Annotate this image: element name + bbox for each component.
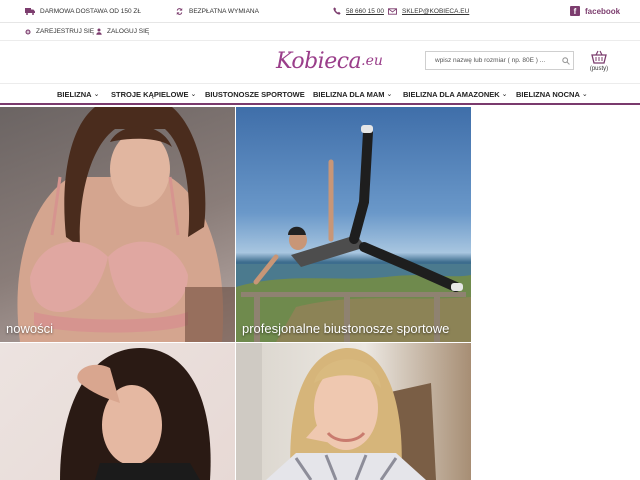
delivery-text: DARMOWA DOSTAWA OD 150 ZŁ bbox=[40, 7, 142, 15]
envelope-icon bbox=[388, 7, 397, 15]
bra-model-photo bbox=[17, 107, 235, 342]
logo-suffix-text: .eu bbox=[361, 53, 383, 69]
exchange-icon bbox=[176, 7, 183, 15]
model-photo-4 bbox=[236, 343, 436, 480]
gear-icon bbox=[25, 28, 31, 35]
free-delivery-notice: DARMOWA DOSTAWA OD 150 ZŁ bbox=[25, 0, 141, 22]
chevron-down-icon: ⌄ bbox=[581, 91, 588, 98]
tile-sports-bras[interactable]: profesjonalne biustonosze sportowe bbox=[236, 107, 471, 342]
logo-main-text: Kobieca bbox=[276, 48, 362, 74]
chevron-down-icon: ⌄ bbox=[93, 91, 100, 98]
nav-item-stroje-kapielowe[interactable]: STROJE KĄPIELOWE ⌄ bbox=[111, 84, 196, 104]
email-contact[interactable]: SKLEP@KOBIECA.EU bbox=[388, 0, 469, 22]
user-icon bbox=[96, 28, 102, 35]
basket-icon bbox=[591, 50, 607, 64]
chevron-down-icon: ⌄ bbox=[501, 91, 508, 98]
free-exchange-notice: BEZPŁATNA WYMIANA bbox=[175, 0, 259, 22]
nav-item-bielizna[interactable]: BIELIZNA ⌄ bbox=[57, 84, 99, 104]
nav-item-bielizna-dla-mam[interactable]: BIELIZNA DLA MAM ⌄ bbox=[313, 84, 392, 104]
register-link[interactable]: ZAREJESTRUJ SIĘ bbox=[25, 23, 94, 40]
chevron-down-icon: ⌄ bbox=[190, 91, 197, 98]
model-photo-3 bbox=[60, 348, 211, 480]
nav-label: BIELIZNA DLA AMAZONEK bbox=[403, 89, 500, 99]
nav-item-bielizna-dla-amazonek[interactable]: BIELIZNA DLA AMAZONEK ⌄ bbox=[403, 84, 508, 104]
phone-contact[interactable]: 58 660 15 00 bbox=[333, 0, 384, 22]
phone-number[interactable]: 58 660 15 00 bbox=[346, 8, 384, 15]
tile-new-arrivals[interactable]: nowości bbox=[0, 107, 235, 342]
email-address[interactable]: SKLEP@KOBIECA.EU bbox=[402, 8, 469, 15]
nav-label: BIUSTONOSZE SPORTOWE bbox=[205, 89, 305, 99]
tile-collection-3[interactable] bbox=[0, 343, 235, 480]
account-bar: ZAREJESTRUJ SIĘ ZALOGUJ SIĘ bbox=[0, 23, 640, 41]
nav-label: BIELIZNA NOCNA bbox=[516, 89, 580, 99]
site-header: Kobieca.eu (pusty) bbox=[0, 40, 640, 83]
login-label: ZALOGUJ SIĘ bbox=[107, 28, 150, 35]
main-nav: BIELIZNA ⌄ STROJE KĄPIELOWE ⌄ BIUSTONOSZE … bbox=[0, 83, 640, 105]
register-label: ZAREJESTRUJ SIĘ bbox=[36, 28, 95, 35]
nav-label: BIELIZNA bbox=[57, 89, 92, 99]
facebook-link[interactable]: f facebook bbox=[570, 0, 620, 22]
sports-model-photo bbox=[236, 125, 471, 342]
facebook-label: facebook bbox=[585, 6, 621, 16]
nav-label: BIELIZNA DLA MAM bbox=[313, 89, 385, 99]
search-input[interactable] bbox=[426, 57, 559, 64]
exchange-text: BEZPŁATNA WYMIANA bbox=[189, 7, 259, 15]
truck-icon bbox=[25, 7, 35, 15]
cart-button[interactable]: (pusty) bbox=[589, 50, 609, 72]
tile-caption: profesjonalne biustonosze sportowe bbox=[242, 321, 450, 336]
top-info-bar: DARMOWA DOSTAWA OD 150 ZŁ BEZPŁATNA WYMI… bbox=[0, 0, 640, 23]
facebook-icon: f bbox=[570, 6, 580, 16]
site-logo[interactable]: Kobieca .eu bbox=[276, 44, 383, 78]
tile-collection-4[interactable] bbox=[236, 343, 471, 480]
nav-item-biustonosze-sportowe[interactable]: BIUSTONOSZE SPORTOWE bbox=[205, 84, 305, 104]
login-link[interactable]: ZALOGUJ SIĘ bbox=[96, 23, 149, 40]
nav-label: STROJE KĄPIELOWE bbox=[111, 89, 189, 99]
search-icon[interactable] bbox=[559, 54, 573, 68]
nav-item-bielizna-nocna[interactable]: BIELIZNA NOCNA ⌄ bbox=[516, 84, 588, 104]
phone-icon bbox=[333, 7, 341, 15]
tile-caption: nowości bbox=[6, 321, 53, 336]
search-box bbox=[425, 51, 574, 70]
cart-status: (pusty) bbox=[589, 66, 609, 72]
chevron-down-icon: ⌄ bbox=[386, 91, 393, 98]
